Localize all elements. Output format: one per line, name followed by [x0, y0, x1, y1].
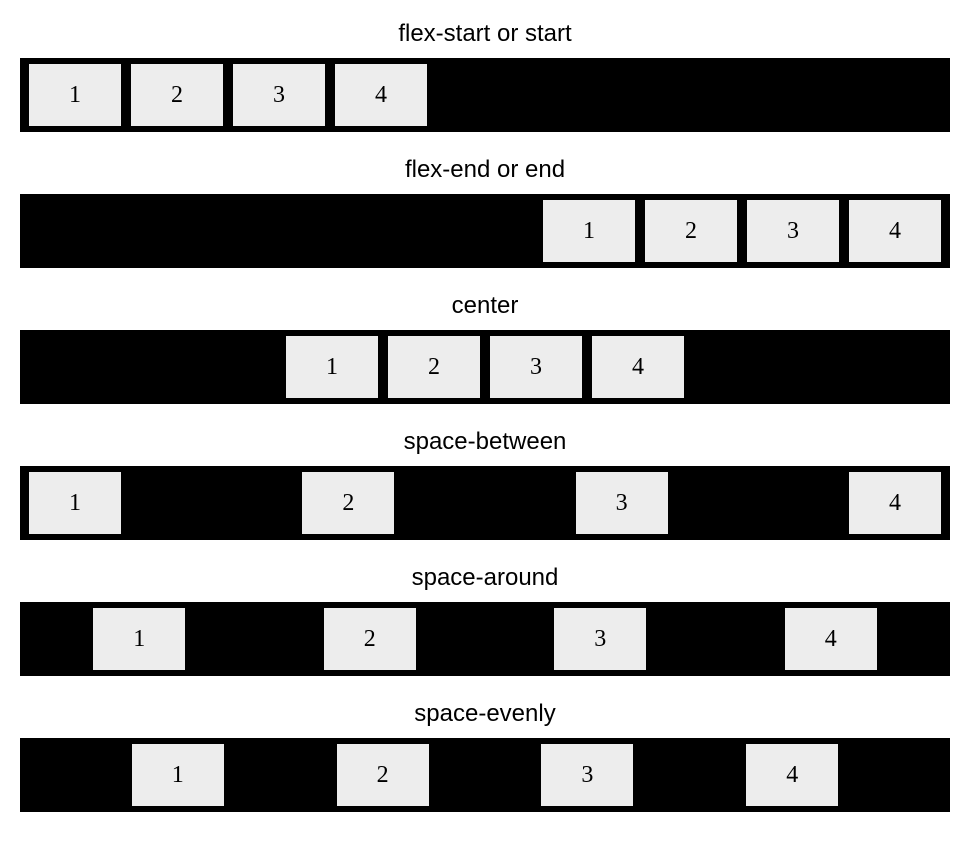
flex-item: 2 [129, 62, 225, 128]
section-title: space-between [20, 428, 950, 456]
flex-item: 3 [539, 742, 635, 808]
flex-item: 4 [590, 334, 686, 400]
flex-container-flex-end: 1 2 3 4 [20, 194, 950, 268]
section-flex-end: flex-end or end 1 2 3 4 [20, 156, 950, 268]
section-flex-start: flex-start or start 1 2 3 4 [20, 20, 950, 132]
section-space-around: space-around 1 2 3 4 [20, 564, 950, 676]
flex-container-flex-start: 1 2 3 4 [20, 58, 950, 132]
flex-item: 3 [488, 334, 584, 400]
flex-container-center: 1 2 3 4 [20, 330, 950, 404]
flex-item: 3 [552, 606, 648, 672]
flex-item: 1 [27, 62, 123, 128]
flex-item: 4 [847, 470, 943, 536]
flex-item: 4 [847, 198, 943, 264]
section-title: space-evenly [20, 700, 950, 728]
flex-container-space-evenly: 1 2 3 4 [20, 738, 950, 812]
flex-item: 3 [231, 62, 327, 128]
section-center: center 1 2 3 4 [20, 292, 950, 404]
section-title: space-around [20, 564, 950, 592]
flex-item: 1 [27, 470, 123, 536]
flex-item: 2 [322, 606, 418, 672]
flex-item: 4 [333, 62, 429, 128]
flex-item: 1 [91, 606, 187, 672]
flex-item: 4 [744, 742, 840, 808]
section-space-evenly: space-evenly 1 2 3 4 [20, 700, 950, 812]
flex-item: 2 [643, 198, 739, 264]
flex-item: 4 [783, 606, 879, 672]
flex-item: 2 [335, 742, 431, 808]
flex-item: 1 [284, 334, 380, 400]
flex-item: 3 [574, 470, 670, 536]
flex-container-space-around: 1 2 3 4 [20, 602, 950, 676]
flex-container-space-between: 1 2 3 4 [20, 466, 950, 540]
flex-item: 2 [300, 470, 396, 536]
flex-item: 2 [386, 334, 482, 400]
flex-item: 1 [541, 198, 637, 264]
flex-item: 1 [130, 742, 226, 808]
section-title: flex-start or start [20, 20, 950, 48]
flex-item: 3 [745, 198, 841, 264]
section-space-between: space-between 1 2 3 4 [20, 428, 950, 540]
section-title: flex-end or end [20, 156, 950, 184]
section-title: center [20, 292, 950, 320]
